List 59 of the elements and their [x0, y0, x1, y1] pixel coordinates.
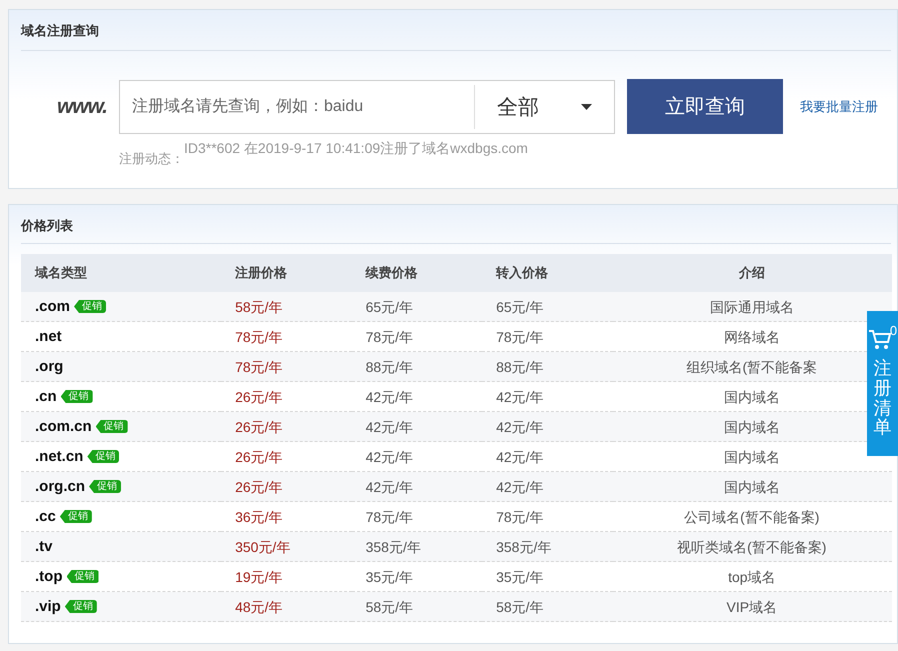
- cart-label: 注册清单: [874, 359, 892, 438]
- promo-tag: 促销: [66, 570, 98, 583]
- domain-suffix: .cn: [35, 388, 57, 406]
- scope-dropdown[interactable]: 全部: [474, 84, 614, 128]
- table-cell: 国内域名: [612, 472, 892, 502]
- bulk-register-link[interactable]: 我要批量注册: [800, 98, 878, 116]
- table-cell: 58元/年: [482, 592, 613, 622]
- table-cell: VIP域名: [612, 592, 892, 622]
- panel-title: 域名注册查询: [21, 10, 891, 51]
- table-cell: 26元/年: [221, 412, 352, 442]
- domain-suffix: .top: [35, 568, 62, 586]
- domain-suffix: .com: [35, 298, 70, 316]
- promo-tag: 促销: [74, 300, 106, 313]
- table-cell: 58元/年: [221, 292, 352, 322]
- table-cell: 42元/年: [352, 412, 482, 442]
- table-cell: 78元/年: [221, 352, 352, 382]
- table-cell: 42元/年: [482, 472, 613, 502]
- promo-tag: 促销: [89, 480, 122, 493]
- table-cell: 26元/年: [221, 472, 352, 502]
- column-header: 域名类型: [21, 254, 222, 292]
- cart-icon: [868, 329, 892, 351]
- column-header: 介绍: [612, 254, 892, 292]
- domain-suffix: .cc: [35, 508, 56, 526]
- promo-tag: 促销: [96, 420, 128, 433]
- promo-tag: 促销: [60, 390, 93, 403]
- domain-search-field[interactable]: 注册域名请先查询，例如：baidu 全部: [119, 80, 615, 134]
- table-cell: 65元/年: [352, 292, 482, 322]
- table-cell: 58元/年: [352, 592, 482, 622]
- domain-suffix: .tv: [35, 538, 53, 556]
- domain-suffix: .net.cn: [35, 448, 84, 466]
- table-cell: 42元/年: [482, 412, 613, 442]
- table-cell: 48元/年: [221, 592, 352, 622]
- table-cell: 88元/年: [352, 352, 482, 382]
- caret-icon: [581, 104, 592, 110]
- domain-suffix: .com.cn: [35, 418, 92, 436]
- table-cell: 358元/年: [352, 532, 482, 562]
- domain-suffix: .net: [35, 328, 62, 346]
- table-cell: 42元/年: [352, 472, 482, 502]
- www-logo: www.: [56, 94, 108, 118]
- table-cell: 65元/年: [482, 292, 613, 322]
- column-header: 转入价格: [482, 254, 613, 292]
- domain-suffix: .org.cn: [35, 478, 86, 496]
- table-cell: 358元/年: [482, 532, 613, 562]
- domain-suffix: .org: [35, 358, 64, 376]
- promo-tag: 促销: [60, 510, 92, 523]
- column-header: 注册价格: [221, 254, 352, 292]
- promo-tag: 促销: [87, 450, 120, 463]
- table-cell: 国际通用域名: [612, 292, 892, 322]
- table-cell: 88元/年: [482, 352, 613, 382]
- ticker-label: 注册动态：: [119, 150, 184, 168]
- domain-suffix: .vip: [35, 598, 61, 616]
- table-cell: 350元/年: [221, 532, 352, 562]
- panel-title: 价格列表: [21, 205, 891, 244]
- promo-tag: 促销: [64, 600, 97, 613]
- table-cell: 视听类域名(暂不能备案): [612, 532, 892, 562]
- search-button[interactable]: 立即查询: [627, 79, 783, 134]
- column-header: 续费价格: [352, 254, 482, 292]
- cart-count: 0: [890, 323, 898, 338]
- ticker-text: ID3**602 在2019-9-17 10:41:09注册了域名wxdbgs.com: [184, 140, 528, 156]
